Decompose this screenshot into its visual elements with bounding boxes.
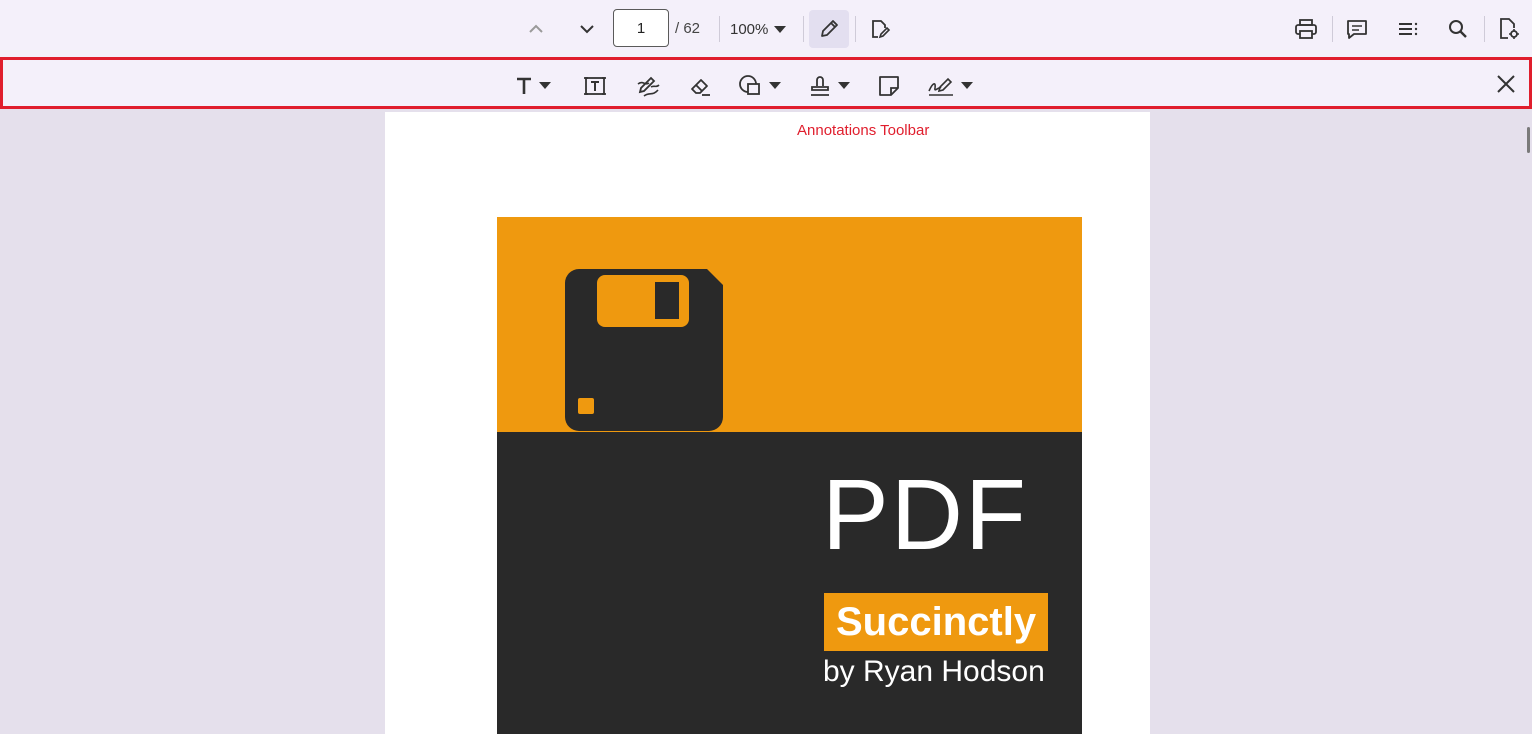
comment-icon bbox=[1346, 18, 1368, 40]
zoom-dropdown[interactable]: 100% bbox=[730, 12, 787, 46]
vertical-scrollbar-thumb[interactable] bbox=[1527, 127, 1530, 153]
floppy-disk-icon bbox=[565, 269, 725, 436]
free-text-button[interactable] bbox=[583, 69, 607, 103]
bookmark-list-icon bbox=[1397, 19, 1419, 39]
page-number-input[interactable] bbox=[613, 9, 669, 47]
cover-title: PDF bbox=[822, 459, 1028, 571]
zoom-value: 100% bbox=[730, 20, 769, 38]
caret-down-icon bbox=[774, 21, 787, 38]
caret-down-icon bbox=[961, 82, 973, 90]
cover-author: by Ryan Hodson bbox=[823, 655, 1045, 688]
eraser-icon bbox=[688, 74, 712, 98]
form-fields-icon bbox=[869, 18, 891, 40]
stamp-icon bbox=[808, 74, 832, 98]
print-button[interactable] bbox=[1286, 10, 1326, 48]
print-icon bbox=[1294, 18, 1318, 40]
document-settings-icon bbox=[1498, 17, 1520, 41]
close-annotation-toolbar-button[interactable] bbox=[1491, 71, 1521, 101]
bookmarks-button[interactable] bbox=[1388, 10, 1428, 48]
document-viewer[interactable]: Annotations Toolbar PDF Succinctly by Ry… bbox=[0, 109, 1532, 734]
caret-down-icon bbox=[838, 82, 850, 90]
page-total-label: / 62 bbox=[675, 20, 701, 37]
toolbar-divider bbox=[1484, 16, 1485, 42]
main-toolbar: / 62 100% bbox=[0, 0, 1532, 57]
shapes-button[interactable] bbox=[737, 69, 781, 103]
annotation-toolbar bbox=[0, 57, 1532, 109]
caret-down-icon bbox=[769, 82, 781, 90]
search-icon bbox=[1447, 18, 1469, 40]
sticky-note-icon bbox=[877, 74, 901, 98]
toolbar-divider bbox=[855, 16, 856, 42]
text-markup-icon bbox=[515, 76, 533, 96]
stamp-button[interactable] bbox=[808, 69, 850, 103]
eraser-button[interactable] bbox=[688, 69, 712, 103]
signature-button[interactable] bbox=[927, 69, 973, 103]
edit-annotation-button[interactable] bbox=[809, 10, 849, 48]
signature-icon bbox=[927, 74, 955, 98]
previous-page-button[interactable] bbox=[516, 10, 556, 48]
ink-button[interactable] bbox=[635, 69, 661, 103]
ink-icon bbox=[635, 74, 661, 98]
shapes-icon bbox=[737, 74, 763, 98]
close-icon bbox=[1496, 74, 1516, 99]
chevron-up-icon bbox=[526, 19, 546, 39]
search-button[interactable] bbox=[1438, 10, 1478, 48]
book-cover-image: PDF Succinctly by Ryan Hodson bbox=[497, 217, 1082, 734]
toolbar-divider bbox=[719, 16, 720, 42]
toolbar-divider bbox=[1332, 16, 1333, 42]
document-settings-button[interactable] bbox=[1489, 10, 1529, 48]
caret-down-icon bbox=[539, 82, 551, 90]
annotation-callout-label: Annotations Toolbar bbox=[797, 122, 930, 139]
pencil-icon bbox=[818, 18, 840, 40]
toolbar-divider bbox=[803, 16, 804, 42]
cover-series-badge: Succinctly bbox=[824, 593, 1049, 651]
next-page-button[interactable] bbox=[567, 10, 607, 48]
pdf-page[interactable]: Annotations Toolbar PDF Succinctly by Ry… bbox=[385, 112, 1150, 734]
sticky-note-button[interactable] bbox=[877, 69, 901, 103]
comments-button[interactable] bbox=[1337, 10, 1377, 48]
form-designer-button[interactable] bbox=[860, 10, 900, 48]
chevron-down-icon bbox=[577, 19, 597, 39]
free-text-icon bbox=[583, 74, 607, 98]
text-markup-button[interactable] bbox=[515, 69, 551, 103]
